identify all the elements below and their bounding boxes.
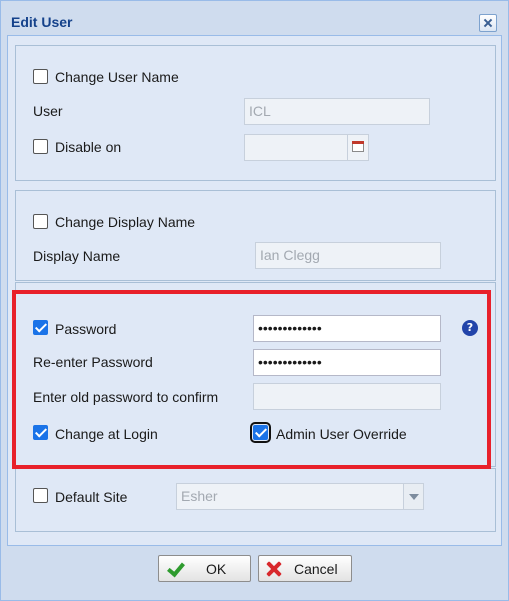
ok-button[interactable]: OK bbox=[158, 555, 251, 582]
date-picker-trigger[interactable] bbox=[347, 134, 369, 161]
disable-on-date-field[interactable] bbox=[244, 134, 348, 161]
dialog-title: Edit User bbox=[11, 14, 73, 30]
highlight-box bbox=[12, 290, 491, 469]
change-user-name-checkbox[interactable] bbox=[33, 69, 48, 84]
user-name-section: Change User Name User ICL Disable on bbox=[15, 45, 496, 181]
edit-user-dialog: Edit User Change User Name User ICL Disa… bbox=[0, 0, 509, 601]
ok-button-label: OK bbox=[206, 561, 227, 577]
chevron-down-icon[interactable] bbox=[403, 483, 424, 510]
display-name-field[interactable]: Ian Clegg bbox=[255, 242, 441, 269]
title-bar[interactable]: Edit User bbox=[1, 1, 508, 35]
display-name-label: Display Name bbox=[33, 248, 121, 264]
checkmark-icon bbox=[165, 560, 183, 578]
disable-on-label[interactable]: Disable on bbox=[55, 139, 121, 155]
cancel-button[interactable]: Cancel bbox=[258, 555, 352, 582]
disable-on-checkbox[interactable] bbox=[33, 139, 48, 154]
close-icon[interactable] bbox=[479, 14, 497, 32]
default-site-select[interactable]: Esher bbox=[176, 483, 404, 510]
default-site-section: Default Site Esher bbox=[15, 468, 496, 532]
user-field[interactable]: ICL bbox=[244, 98, 430, 125]
change-user-name-label[interactable]: Change User Name bbox=[55, 69, 179, 85]
cancel-x-icon bbox=[265, 560, 283, 578]
cancel-button-label: Cancel bbox=[294, 561, 338, 577]
default-site-label[interactable]: Default Site bbox=[55, 489, 127, 505]
change-display-name-label[interactable]: Change Display Name bbox=[55, 214, 195, 230]
calendar-icon bbox=[352, 141, 364, 152]
default-site-checkbox[interactable] bbox=[33, 488, 48, 503]
display-name-section: Change Display Name Display Name Ian Cle… bbox=[15, 190, 496, 281]
change-display-name-checkbox[interactable] bbox=[33, 214, 48, 229]
user-label: User bbox=[33, 103, 63, 119]
